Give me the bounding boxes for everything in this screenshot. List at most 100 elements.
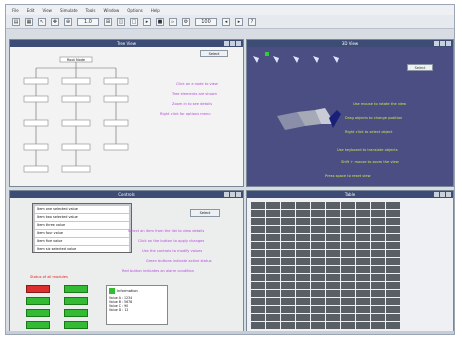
- maximize-icon[interactable]: [440, 41, 445, 46]
- table-cell[interactable]: [326, 298, 340, 305]
- table-cell[interactable]: [266, 250, 280, 257]
- table-cell[interactable]: [296, 218, 310, 225]
- table-cell[interactable]: [281, 202, 295, 209]
- table-cell[interactable]: [356, 202, 370, 209]
- table-cell[interactable]: [356, 258, 370, 265]
- table-cell[interactable]: [296, 202, 310, 209]
- table-cell[interactable]: [386, 298, 400, 305]
- table-cell[interactable]: [311, 290, 325, 297]
- table-cell[interactable]: [296, 282, 310, 289]
- table-cell[interactable]: [326, 234, 340, 241]
- stop-icon[interactable]: ■: [156, 17, 164, 26]
- table-cell[interactable]: [356, 250, 370, 257]
- table-cell[interactable]: [266, 322, 280, 329]
- status-button[interactable]: [26, 297, 50, 305]
- table-cell[interactable]: [356, 290, 370, 297]
- table-cell[interactable]: [386, 202, 400, 209]
- table-cell[interactable]: [266, 210, 280, 217]
- 3d-select-button[interactable]: Select: [407, 64, 433, 71]
- table-cell[interactable]: [266, 274, 280, 281]
- table-cell[interactable]: [281, 242, 295, 249]
- table-cell[interactable]: [311, 282, 325, 289]
- table-cell[interactable]: [326, 218, 340, 225]
- table-cell[interactable]: [386, 250, 400, 257]
- table-cell[interactable]: [296, 306, 310, 313]
- table-cell[interactable]: [371, 210, 385, 217]
- table-cell[interactable]: [356, 242, 370, 249]
- table-cell[interactable]: [326, 322, 340, 329]
- table-cell[interactable]: [371, 234, 385, 241]
- table-cell[interactable]: [356, 298, 370, 305]
- table-cell[interactable]: [296, 210, 310, 217]
- menu-edit[interactable]: Edit: [27, 8, 35, 13]
- table-cell[interactable]: [386, 290, 400, 297]
- select-button[interactable]: Select: [200, 50, 228, 57]
- table-cell[interactable]: [386, 266, 400, 273]
- table-cell[interactable]: [341, 202, 355, 209]
- minimize-icon[interactable]: [434, 192, 439, 197]
- table-cell[interactable]: [311, 218, 325, 225]
- menu-file[interactable]: File: [12, 8, 19, 13]
- table-cell[interactable]: [266, 306, 280, 313]
- table-cell[interactable]: [251, 210, 265, 217]
- table-cell[interactable]: [311, 298, 325, 305]
- zoom-combo[interactable]: 100: [195, 17, 217, 26]
- table-cell[interactable]: [266, 298, 280, 305]
- play-icon[interactable]: ▸: [143, 17, 151, 26]
- minimize-icon[interactable]: [224, 192, 229, 197]
- table-cell[interactable]: [281, 218, 295, 225]
- maximize-icon[interactable]: [440, 192, 445, 197]
- table-cell[interactable]: [326, 250, 340, 257]
- menu-window[interactable]: Window: [104, 8, 120, 13]
- table-cell[interactable]: [371, 290, 385, 297]
- table-cell[interactable]: [281, 266, 295, 273]
- table-cell[interactable]: [371, 322, 385, 329]
- layout-icon[interactable]: ◫: [117, 17, 125, 26]
- table-cell[interactable]: [281, 314, 295, 321]
- table-cell[interactable]: [311, 210, 325, 217]
- table-cell[interactable]: [266, 290, 280, 297]
- table-cell[interactable]: [341, 250, 355, 257]
- arrow-right-icon[interactable]: ▸: [235, 17, 243, 26]
- table-cell[interactable]: [371, 242, 385, 249]
- table-cell[interactable]: [326, 202, 340, 209]
- table-cell[interactable]: [341, 282, 355, 289]
- close-icon[interactable]: [236, 41, 241, 46]
- table-cell[interactable]: [251, 282, 265, 289]
- menu-options[interactable]: Options: [127, 8, 142, 13]
- table-cell[interactable]: [356, 306, 370, 313]
- list-item[interactable]: Item five value: [35, 238, 129, 245]
- window-icon[interactable]: □: [130, 17, 138, 26]
- close-icon[interactable]: [446, 192, 451, 197]
- table-cell[interactable]: [341, 242, 355, 249]
- table-cell[interactable]: [251, 306, 265, 313]
- table-cell[interactable]: [281, 210, 295, 217]
- table-cell[interactable]: [311, 202, 325, 209]
- minimize-icon[interactable]: [224, 41, 229, 46]
- table-cell[interactable]: [251, 202, 265, 209]
- table-cell[interactable]: [296, 322, 310, 329]
- table-cell[interactable]: [371, 226, 385, 233]
- table-cell[interactable]: [356, 274, 370, 281]
- table-cell[interactable]: [356, 226, 370, 233]
- table-cell[interactable]: [341, 298, 355, 305]
- table-cell[interactable]: [371, 282, 385, 289]
- table-cell[interactable]: [341, 290, 355, 297]
- table-cell[interactable]: [251, 218, 265, 225]
- table-cell[interactable]: [326, 258, 340, 265]
- table-cell[interactable]: [281, 298, 295, 305]
- table-cell[interactable]: [281, 274, 295, 281]
- controls-select-button[interactable]: Select: [190, 209, 220, 217]
- table-cell[interactable]: [296, 290, 310, 297]
- table-cell[interactable]: [326, 290, 340, 297]
- status-button[interactable]: [64, 309, 88, 317]
- table-cell[interactable]: [296, 242, 310, 249]
- table-cell[interactable]: [371, 306, 385, 313]
- alarm-button[interactable]: [26, 285, 50, 293]
- table-cell[interactable]: [311, 314, 325, 321]
- zoom-icon[interactable]: ⊕: [64, 17, 72, 26]
- menu-simulate[interactable]: Simulate: [60, 8, 78, 13]
- step-icon[interactable]: ▹: [169, 17, 177, 26]
- table-cell[interactable]: [251, 250, 265, 257]
- table-cell[interactable]: [386, 218, 400, 225]
